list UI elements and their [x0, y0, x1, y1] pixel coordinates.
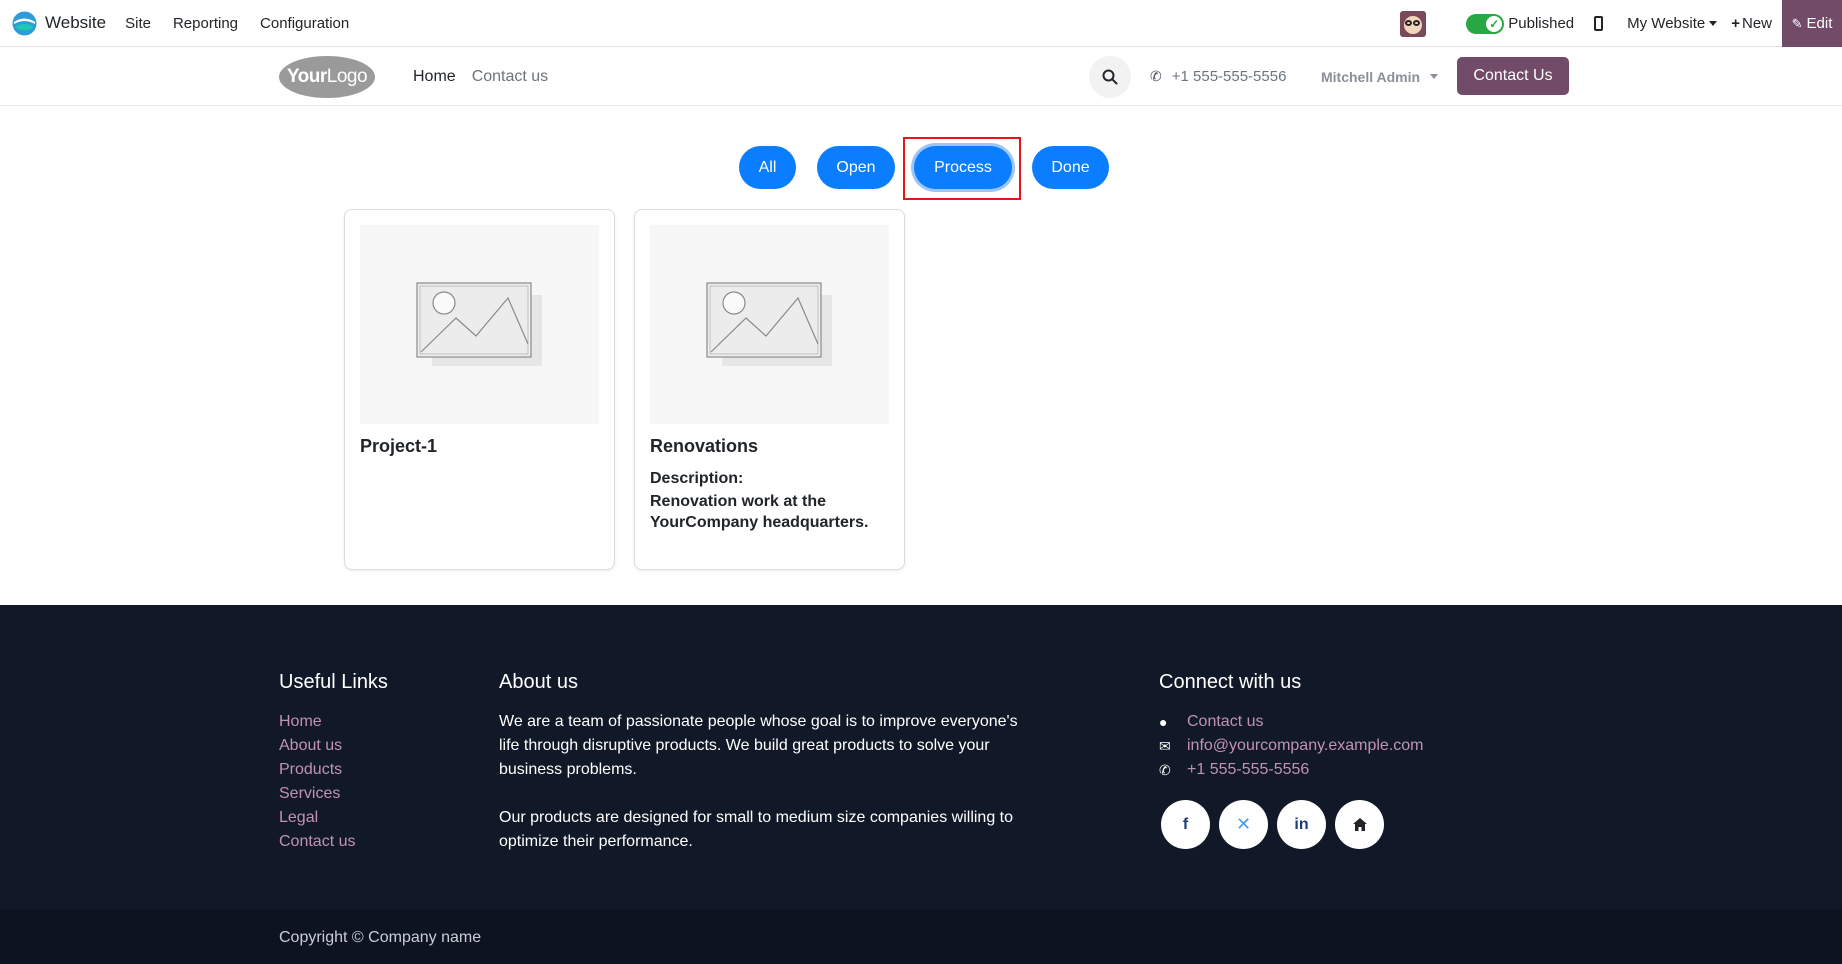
- header-phone-number: +1 555-555-5556: [1171, 68, 1287, 85]
- useful-links-title: Useful Links: [279, 671, 388, 693]
- project-image-placeholder: [360, 225, 599, 424]
- connect-title: Connect with us: [1159, 671, 1302, 693]
- connect-list: ● Contact us ✉ info@yourcompany.example.…: [1159, 710, 1424, 782]
- footer-link-about-us[interactable]: About us: [279, 734, 355, 758]
- footer-link-home[interactable]: Home: [279, 710, 355, 734]
- website-app-icon: [12, 11, 37, 35]
- user-name: Mitchell Admin: [1321, 68, 1421, 85]
- image-placeholder-icon: [416, 282, 532, 358]
- comment-icon: ●: [1159, 714, 1168, 730]
- published-label: Published: [1508, 15, 1575, 32]
- nav-home[interactable]: Home: [405, 68, 464, 86]
- linkedin-icon[interactable]: in: [1277, 800, 1326, 849]
- header-phone[interactable]: ✆ +1 555-555-5556: [1150, 47, 1286, 106]
- new-button[interactable]: + New: [1731, 15, 1772, 32]
- about-paragraph-1: We are a team of passionate people whose…: [499, 713, 1018, 778]
- site-footer: Useful Links Home About us Products Serv…: [0, 605, 1842, 909]
- website-header: Your Logo Home Contact us ✆ +1 555-555-55…: [0, 47, 1842, 106]
- filter-all[interactable]: All: [739, 146, 796, 189]
- edit-label: Edit: [1806, 15, 1833, 32]
- project-card[interactable]: Project-1: [344, 209, 615, 570]
- copyright-bar: Copyright © Company name: [0, 909, 1842, 964]
- caret-down-icon: [1709, 21, 1718, 26]
- project-description: Renovation work at the YourCompany headq…: [650, 493, 869, 531]
- mobile-preview-icon[interactable]: [1594, 16, 1604, 31]
- footer-email: info@yourcompany.example.com: [1187, 737, 1424, 754]
- odoo-navbar: Website Site Reporting Configuration ✓ P…: [0, 0, 1842, 47]
- app-name: Website: [45, 13, 107, 32]
- logo-text-bold: Your: [286, 66, 327, 87]
- footer-phone: +1 555-555-5556: [1187, 761, 1310, 778]
- useful-links-list: Home About us Products Services Legal Co…: [279, 710, 355, 854]
- project-description-label: Description:: [650, 470, 744, 487]
- user-avatar[interactable]: [1400, 10, 1427, 37]
- footer-email-link[interactable]: ✉ info@yourcompany.example.com: [1159, 734, 1424, 758]
- project-title: Project-1: [360, 436, 438, 456]
- check-icon: ✓: [1486, 15, 1503, 32]
- x-twitter-icon[interactable]: ✕: [1219, 800, 1268, 849]
- phone-icon: ✆: [1150, 68, 1162, 84]
- envelope-icon: ✉: [1159, 738, 1171, 754]
- filter-done[interactable]: Done: [1032, 146, 1109, 189]
- menu-reporting[interactable]: Reporting: [162, 15, 249, 32]
- phone-icon: ✆: [1159, 762, 1171, 778]
- contact-us-button[interactable]: Contact Us: [1457, 57, 1569, 95]
- caret-down-icon: [1430, 74, 1439, 79]
- home-icon[interactable]: [1335, 800, 1384, 849]
- my-website-dropdown[interactable]: My Website: [1627, 15, 1718, 32]
- user-menu-dropdown[interactable]: Mitchell Admin: [1321, 47, 1439, 106]
- project-title: Renovations: [650, 436, 759, 456]
- footer-link-services[interactable]: Services: [279, 782, 355, 806]
- search-button[interactable]: [1089, 56, 1131, 98]
- new-label: New: [1741, 15, 1772, 32]
- footer-contact-link[interactable]: ● Contact us: [1159, 710, 1424, 734]
- social-links: f ✕ in: [1161, 800, 1393, 849]
- company-logo[interactable]: Your Logo: [279, 56, 375, 98]
- copyright-text: Copyright © Company name: [279, 929, 482, 946]
- image-placeholder-icon: [706, 282, 822, 358]
- footer-link-products[interactable]: Products: [279, 758, 355, 782]
- footer-link-contact-us[interactable]: Contact us: [279, 830, 355, 854]
- filter-process[interactable]: Process: [914, 146, 1012, 189]
- about-paragraph-2: Our products are designed for small to m…: [499, 809, 1014, 850]
- project-card[interactable]: Renovations Description: Renovation work…: [634, 209, 905, 570]
- footer-phone-link[interactable]: ✆ +1 555-555-5556: [1159, 758, 1424, 782]
- published-toggle[interactable]: ✓ Published: [1466, 13, 1575, 34]
- logo-text-light: Logo: [326, 66, 368, 87]
- footer-link-legal[interactable]: Legal: [279, 806, 355, 830]
- about-us-title: About us: [499, 671, 578, 693]
- toggle-switch[interactable]: ✓: [1466, 13, 1505, 34]
- plus-icon: +: [1731, 15, 1740, 32]
- menu-site[interactable]: Site: [114, 15, 162, 32]
- app-switcher[interactable]: Website: [12, 11, 106, 36]
- search-icon: [1102, 69, 1118, 85]
- project-image-placeholder: [650, 225, 889, 424]
- nav-contact-us[interactable]: Contact us: [464, 68, 556, 86]
- footer-contact-label: Contact us: [1187, 713, 1264, 730]
- filter-open[interactable]: Open: [817, 146, 895, 189]
- my-website-label: My Website: [1627, 15, 1706, 32]
- edit-button[interactable]: ✎ Edit: [1782, 0, 1842, 47]
- project-filters: All Open Process Done: [0, 146, 1842, 189]
- pencil-icon: ✎: [1791, 15, 1803, 31]
- about-us-text: We are a team of passionate people whose…: [499, 710, 1039, 854]
- menu-configuration[interactable]: Configuration: [249, 15, 360, 32]
- facebook-icon[interactable]: f: [1161, 800, 1210, 849]
